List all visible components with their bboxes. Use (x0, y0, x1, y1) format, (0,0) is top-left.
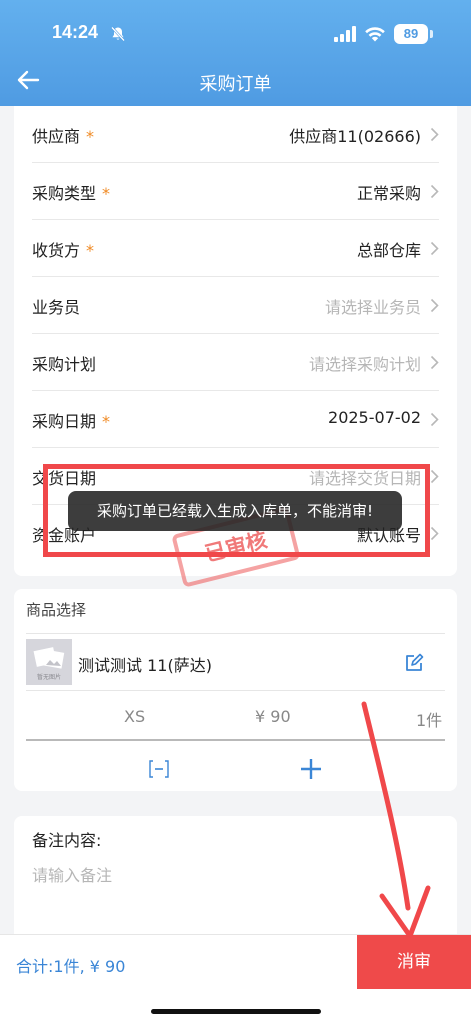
add-icon[interactable] (299, 757, 323, 781)
image-placeholder-icon: 暂无图片 (33, 647, 65, 681)
purchase-type-row[interactable]: 采购类型 * 正常采购 (32, 163, 439, 220)
purchase-date-label: 采购日期 * (32, 412, 111, 431)
svg-text:暂无图片: 暂无图片 (37, 673, 61, 681)
purchase-date-value: 2025-07-02 (328, 408, 421, 427)
page-title: 采购订单 (199, 74, 272, 95)
product-name: 测试测试 11(萨达) (78, 656, 212, 675)
bell-muted-icon (111, 26, 125, 42)
remark-input[interactable]: 请输入备注 (32, 862, 112, 886)
purchase-plan-row[interactable]: 采购计划 请选择采购计划 (32, 334, 439, 391)
supplier-value: 供应商11(02666) (289, 127, 421, 146)
toast-message: 采购订单已经载入生成入库单，不能消审! (68, 491, 402, 531)
supplier-row[interactable]: 供应商 * 供应商11(02666) (32, 106, 439, 163)
divider (26, 690, 445, 691)
wifi-icon (365, 27, 385, 42)
chevron-right-icon (430, 298, 439, 313)
chevron-right-icon (430, 241, 439, 256)
chevron-right-icon (430, 184, 439, 199)
edit-icon[interactable] (404, 653, 424, 673)
receiver-label: 收货方 * (32, 241, 95, 260)
sku-price: ¥ 90 (255, 707, 291, 726)
order-total: 合计:1件, ¥ 90 (16, 957, 126, 976)
sku-size: XS (124, 707, 146, 726)
home-indicator (151, 1009, 321, 1014)
chevron-right-icon (430, 469, 439, 484)
chevron-right-icon (430, 355, 439, 370)
remark-label: 备注内容: (32, 831, 102, 850)
receiver-value: 总部仓库 (356, 241, 421, 260)
purchase-plan-placeholder: 请选择采购计划 (308, 355, 421, 374)
purchase-plan-label: 采购计划 (32, 355, 97, 374)
goods-section-title: 商品选择 (26, 601, 87, 619)
chevron-right-icon (430, 412, 439, 427)
header-bar: 14:24 89 采购订单 (0, 0, 471, 106)
collapse-icon[interactable] (148, 759, 170, 779)
battery-indicator: 89 (394, 24, 428, 44)
purchase-date-row[interactable]: 采购日期 * 2025-07-02 (32, 391, 439, 448)
purchase-type-label: 采购类型 * (32, 184, 111, 203)
salesman-row[interactable]: 业务员 请选择业务员 (32, 277, 439, 334)
annotation-arrow-icon (361, 701, 431, 939)
purchase-type-value: 正常采购 (356, 184, 421, 203)
chevron-right-icon (430, 526, 439, 541)
signal-icon (334, 26, 356, 42)
supplier-label: 供应商 * (32, 127, 95, 146)
receiver-row[interactable]: 收货方 * 总部仓库 (32, 220, 439, 277)
status-time: 14:24 (52, 22, 99, 42)
salesman-placeholder: 请选择业务员 (324, 298, 421, 317)
battery-tip (430, 30, 433, 38)
divider (26, 633, 445, 634)
salesman-label: 业务员 (32, 298, 81, 317)
product-thumbnail: 暂无图片 (26, 639, 72, 685)
chevron-right-icon (430, 127, 439, 142)
